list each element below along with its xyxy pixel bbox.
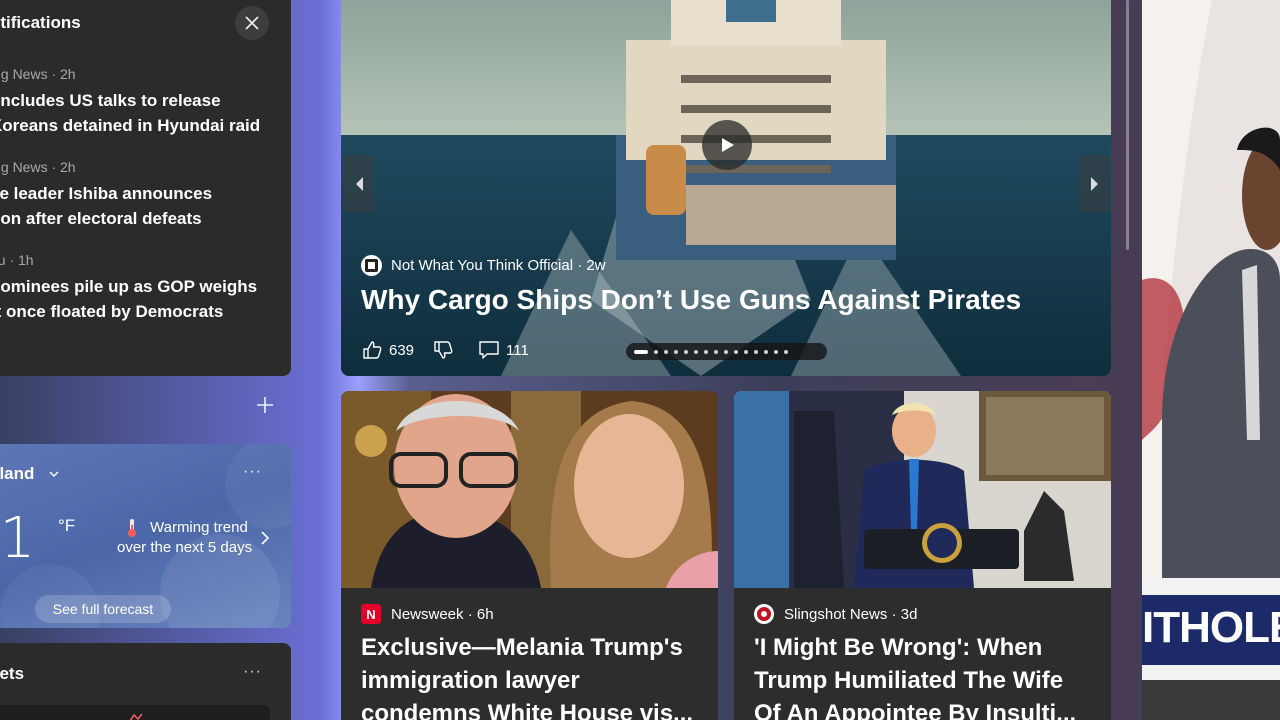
chevron-down-icon[interactable] <box>48 468 60 480</box>
carousel-dot[interactable] <box>704 349 708 354</box>
markets-ticker-strip[interactable] <box>0 705 270 720</box>
weather-trend-title: Warming trend <box>150 519 248 536</box>
card-age: · 6h <box>467 606 494 623</box>
notification-headline-line2: Koreans detained in Hyundai raid <box>0 116 261 135</box>
chevron-right-icon <box>1091 177 1098 191</box>
carousel-dot[interactable] <box>774 349 778 354</box>
melania-selfie-image <box>341 391 718 588</box>
card-headline-line3: Of An Appointee By Insulti... <box>754 700 1077 720</box>
like-button[interactable]: 639 <box>361 339 414 361</box>
card-headline-line2: Trump Humiliated The Wife <box>754 667 1064 694</box>
dislike-button[interactable] <box>432 339 460 361</box>
thermometer-icon <box>128 519 136 537</box>
hero-source-name: Not What You Think Official <box>391 257 574 274</box>
comment-count: 111 <box>506 341 529 359</box>
notification-source: ing News · 2h <box>0 66 76 82</box>
video-chyron-text: ITHOLE <box>1142 603 1280 652</box>
news-card-newsweek[interactable]: N Newsweek · 6h Exclusive—Melania Trump'… <box>341 391 718 720</box>
notification-headline-line1: se leader Ishiba announces <box>0 184 213 203</box>
picture-in-picture-video[interactable]: ITHOLE <box>1142 0 1280 720</box>
carousel-dot[interactable] <box>764 349 768 354</box>
carousel-dot[interactable] <box>744 349 748 354</box>
hero-age: · 2w <box>577 257 606 274</box>
card-headline-line2: immigration lawyer <box>361 667 580 694</box>
close-icon <box>245 16 259 30</box>
notification-source: ing News · 2h <box>0 159 76 175</box>
comments-button[interactable]: 111 <box>478 339 529 361</box>
weather-temperature: 61 <box>0 506 36 571</box>
play-icon <box>722 138 734 152</box>
carousel-dot[interactable] <box>664 349 668 354</box>
markets-more-button[interactable]: ··· <box>243 663 262 681</box>
notification-item[interactable]: ing News · 2h oncludes US talks to relea… <box>0 66 290 138</box>
publisher-logo-icon <box>361 255 382 276</box>
notification-item[interactable]: ou · 1h nominees pile up as GOP weighs f… <box>0 252 290 324</box>
weather-trend-subtitle: over the next 5 days <box>117 539 253 556</box>
thumbs-down-icon <box>434 341 453 359</box>
hero-headline[interactable]: Why Cargo Ships Don’t Use Guns Against P… <box>361 284 1021 316</box>
feed-scrollbar[interactable] <box>1126 0 1129 250</box>
card-headline[interactable]: Exclusive—Melania Trump's immigration la… <box>361 631 706 720</box>
carousel-dot[interactable] <box>684 349 688 354</box>
carousel-dot[interactable] <box>724 349 728 354</box>
notification-item[interactable]: ing News · 2h se leader Ishiba announces… <box>0 159 290 231</box>
see-full-forecast-button[interactable]: See full forecast <box>35 595 171 623</box>
news-card-slingshot[interactable]: Slingshot News · 3d 'I Might Be Wrong': … <box>734 391 1111 720</box>
hero-source[interactable]: Not What You Think Official · 2w <box>391 257 606 274</box>
weather-unit: °F <box>58 516 76 535</box>
carousel-dot[interactable] <box>674 349 678 354</box>
slingshot-logo-icon <box>754 604 774 624</box>
weather-location[interactable]: aland <box>0 464 34 484</box>
add-widget-icon[interactable] <box>254 394 276 416</box>
carousel-dot[interactable] <box>714 349 718 354</box>
thumbs-up-icon <box>363 341 382 359</box>
markets-widget[interactable]: kets ··· <box>0 643 291 720</box>
notifications-title: otifications <box>0 13 81 32</box>
notification-headline-line1: nominees pile up as GOP weighs <box>0 277 258 296</box>
card-headline-line3: condemns White House vis... <box>361 700 694 720</box>
cargo-ship-video-thumbnail <box>341 0 1111 376</box>
play-button[interactable] <box>702 120 752 170</box>
like-count: 639 <box>389 341 415 359</box>
carousel-dot[interactable] <box>694 349 698 354</box>
notification-headline-line2: ft once floated by Democrats <box>0 302 224 321</box>
trump-podium-image <box>734 391 1111 588</box>
card-headline[interactable]: 'I Might Be Wrong': When Trump Humiliate… <box>754 631 1099 720</box>
carousel-dot[interactable] <box>654 349 658 354</box>
card-headline-line1: 'I Might Be Wrong': When <box>754 634 1043 661</box>
carousel-dot[interactable] <box>634 349 648 354</box>
notification-source: ou · 1h <box>0 252 34 268</box>
hero-actions: 639 111 <box>361 338 547 362</box>
newsweek-logo-icon: N <box>361 604 381 624</box>
card-headline-line1: Exclusive—Melania Trump's <box>361 634 683 661</box>
card-source[interactable]: Slingshot News · 3d <box>784 606 917 623</box>
carousel-indicator[interactable] <box>626 343 827 360</box>
notification-headline-line2: tion after electoral defeats <box>0 209 202 228</box>
weather-widget[interactable]: aland ··· 61 °F Warming trend over the n… <box>0 444 291 628</box>
card-source-name: Newsweek <box>391 606 464 623</box>
weather-more-button[interactable]: ··· <box>243 463 262 481</box>
hero-next-button[interactable] <box>1080 155 1110 213</box>
featured-video-card[interactable]: Not What You Think Official · 2w Why Car… <box>341 0 1111 376</box>
notification-headline-line1: oncludes US talks to release <box>0 91 221 110</box>
notifications-panel: otifications ing News · 2h oncludes US t… <box>0 0 291 376</box>
stock-sparkline <box>130 713 142 720</box>
close-notifications-button[interactable] <box>235 6 269 40</box>
carousel-dot[interactable] <box>754 349 758 354</box>
markets-title: kets <box>0 664 25 683</box>
card-source[interactable]: Newsweek · 6h <box>391 606 494 623</box>
chevron-right-icon[interactable] <box>259 530 271 546</box>
carousel-dot[interactable] <box>734 349 738 354</box>
hero-prev-button[interactable] <box>344 155 374 213</box>
card-source-name: Slingshot News <box>784 606 888 623</box>
carousel-dot[interactable] <box>784 349 788 354</box>
chevron-left-icon <box>356 177 363 191</box>
comment-icon <box>479 341 499 359</box>
card-age: · 3d <box>891 606 918 623</box>
